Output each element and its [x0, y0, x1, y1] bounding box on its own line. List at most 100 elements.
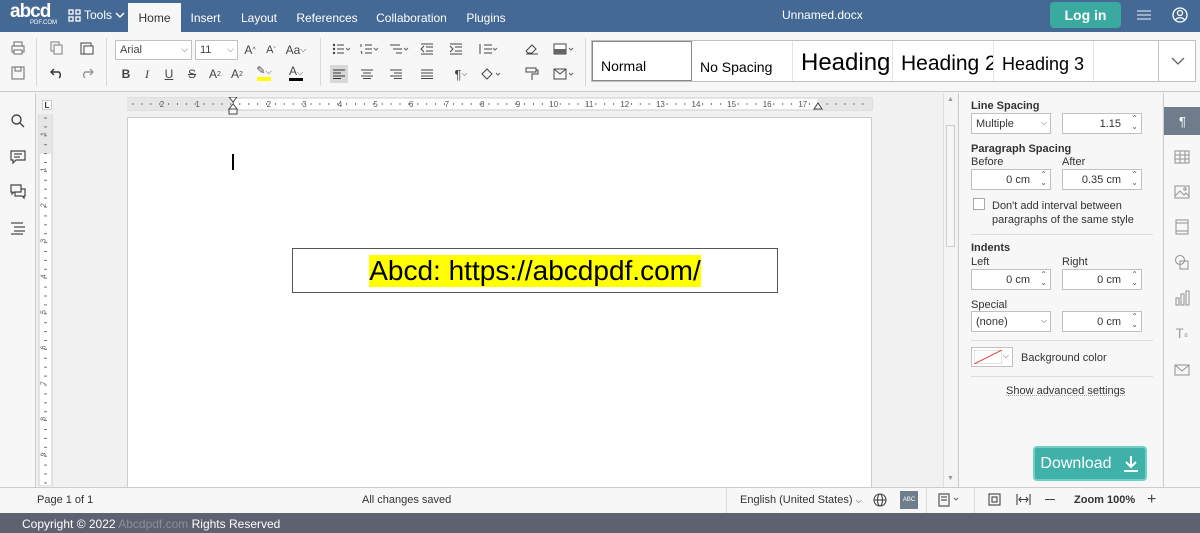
style-no-spacing[interactable]: No Spacing [692, 41, 793, 81]
font-color-icon[interactable]: A⌵ [283, 63, 309, 81]
format-painter-icon[interactable] [523, 65, 541, 83]
highlight-color-icon[interactable]: ✎⌵ [251, 63, 277, 81]
navigation-icon[interactable] [10, 220, 26, 236]
show-advanced-settings-link[interactable]: Show advanced settings [1006, 385, 1125, 397]
spacing-after-input[interactable]: 0.35 cm ⌃ ⌄ [1062, 169, 1142, 190]
globe-icon[interactable] [873, 493, 887, 507]
table-settings-icon[interactable] [1174, 149, 1190, 165]
spell-check-icon[interactable]: ABC [900, 491, 918, 509]
save-icon[interactable] [9, 64, 27, 82]
mail-merge-icon[interactable] [551, 65, 577, 83]
pilcrow-icon[interactable]: ¶ ⌵ [449, 65, 473, 83]
tab-insert[interactable]: Insert [183, 3, 228, 32]
track-changes-icon[interactable] [938, 493, 962, 507]
login-button[interactable]: Log in [1050, 2, 1121, 28]
language-select[interactable]: English (United States) ⌵ [740, 494, 862, 506]
search-icon[interactable] [10, 113, 26, 129]
style-heading-2[interactable]: Heading 2 [893, 41, 994, 81]
header-footer-icon[interactable] [1174, 219, 1190, 235]
scroll-up-icon[interactable]: ▲ [947, 96, 954, 103]
redo-icon[interactable] [78, 64, 96, 82]
comment-icon[interactable] [10, 149, 26, 165]
spinner-icon[interactable]: ⌃ ⌄ [1131, 271, 1138, 287]
zoom-level[interactable]: Zoom 100% [1074, 494, 1135, 506]
bullet-list-icon[interactable] [330, 40, 352, 58]
mail-merge-settings-icon[interactable] [1174, 362, 1190, 378]
paste-icon[interactable] [78, 39, 96, 57]
tab-layout[interactable]: Layout [232, 3, 286, 32]
style-normal[interactable]: Normal [592, 41, 692, 81]
copy-icon[interactable] [48, 39, 66, 57]
spinner-icon[interactable]: ⌃ ⌄ [1040, 171, 1047, 187]
indent-left-input[interactable]: 0 cm ⌃ ⌄ [971, 269, 1051, 290]
line-spacing-value-input[interactable]: 1.15 ⌃ ⌄ [1062, 113, 1142, 134]
bold-icon[interactable]: B [117, 65, 135, 83]
document-scrollbar[interactable]: ▲ ▼ [943, 93, 957, 487]
print-icon[interactable] [9, 39, 27, 57]
shape-settings-icon[interactable] [1174, 254, 1190, 270]
background-color-picker[interactable]: ⌵ [971, 347, 1013, 367]
align-left-icon[interactable] [330, 65, 348, 83]
italic-icon[interactable]: I [138, 65, 156, 83]
undo-icon[interactable] [48, 64, 66, 82]
line-spacing-type-select[interactable]: Multiple ⌵ [971, 113, 1051, 134]
clear-formatting-icon[interactable] [523, 40, 541, 58]
download-button[interactable]: Download [1033, 446, 1147, 481]
increase-font-icon[interactable]: A ^ [241, 41, 259, 59]
justify-icon[interactable] [418, 65, 436, 83]
decrease-indent-icon[interactable] [418, 40, 436, 58]
text-box-content[interactable]: Abcd: https://abcdpdf.com/ [369, 254, 701, 287]
user-icon[interactable] [1172, 7, 1188, 23]
style-heading-1[interactable]: Heading 1 [793, 41, 893, 81]
subscript-icon[interactable]: A2 [228, 65, 246, 83]
spinner-icon[interactable]: ⌃ ⌄ [1131, 171, 1138, 187]
fit-page-icon[interactable] [988, 493, 1001, 506]
font-name-select[interactable]: Arial ⌵ [115, 40, 192, 60]
zoom-in-icon[interactable]: + [1147, 491, 1156, 509]
abcdpdf-logo[interactable]: abcd PDF.COM [10, 2, 62, 27]
no-interval-checkbox[interactable] [973, 198, 985, 210]
tab-references[interactable]: References [290, 3, 364, 32]
strikethrough-icon[interactable]: S [183, 65, 201, 83]
style-heading-3[interactable]: Heading 3 [994, 41, 1094, 81]
scroll-down-icon[interactable]: ▼ [947, 475, 954, 482]
line-spacing-icon[interactable] [476, 40, 500, 58]
fill-color-icon[interactable] [478, 65, 504, 83]
site-name[interactable]: Abcdpdf.com [118, 517, 188, 531]
text-art-settings-icon[interactable]: Ꭲa [1174, 326, 1190, 342]
spinner-icon[interactable]: ⌃ ⌄ [1040, 271, 1047, 287]
change-case-icon[interactable]: Aa ⌵ [283, 41, 309, 59]
increase-indent-icon[interactable] [447, 40, 465, 58]
decrease-font-icon[interactable]: Aˇ [262, 41, 280, 59]
spinner-icon[interactable]: ⌃ ⌄ [1131, 115, 1138, 131]
fit-width-icon[interactable] [1016, 494, 1031, 505]
superscript-icon[interactable]: A2 [206, 65, 224, 83]
spinner-icon[interactable]: ⌃ ⌄ [1131, 313, 1138, 329]
multilevel-list-icon[interactable] [387, 40, 411, 58]
scrollbar-thumb[interactable] [946, 125, 955, 247]
underline-icon[interactable]: U [160, 65, 178, 83]
image-settings-icon[interactable] [1174, 184, 1190, 200]
page-count[interactable]: Page 1 of 1 [37, 494, 93, 506]
hamburger-menu-icon[interactable] [1137, 9, 1151, 21]
font-size-select[interactable]: 11 ⌵ [195, 40, 238, 60]
tab-plugins[interactable]: Plugins [459, 3, 513, 32]
tools-menu[interactable]: Tools [68, 8, 125, 22]
text-box[interactable]: Abcd: https://abcdpdf.com/ [292, 248, 778, 293]
tab-collaboration[interactable]: Collaboration [368, 3, 455, 32]
special-indent-input[interactable]: 0 cm ⌃ ⌄ [1062, 311, 1142, 332]
numbered-list-icon[interactable] [358, 40, 380, 58]
align-right-icon[interactable] [387, 65, 405, 83]
horizontal-ruler[interactable]: 211234567891011121314151617 [127, 97, 873, 115]
shading-icon[interactable] [551, 40, 577, 58]
paragraph-settings-icon[interactable]: ¶ [1164, 107, 1200, 135]
tab-home[interactable]: Home [128, 3, 181, 32]
zoom-out-icon[interactable] [1045, 494, 1057, 500]
styles-expand-button[interactable] [1158, 41, 1196, 81]
special-indent-select[interactable]: (none) ⌵ [971, 311, 1051, 332]
document-page[interactable] [127, 117, 872, 487]
chart-settings-icon[interactable] [1174, 290, 1190, 306]
align-center-icon[interactable] [358, 65, 376, 83]
tab-stop-selector[interactable]: L [42, 100, 52, 110]
indent-right-input[interactable]: 0 cm ⌃ ⌄ [1062, 269, 1142, 290]
